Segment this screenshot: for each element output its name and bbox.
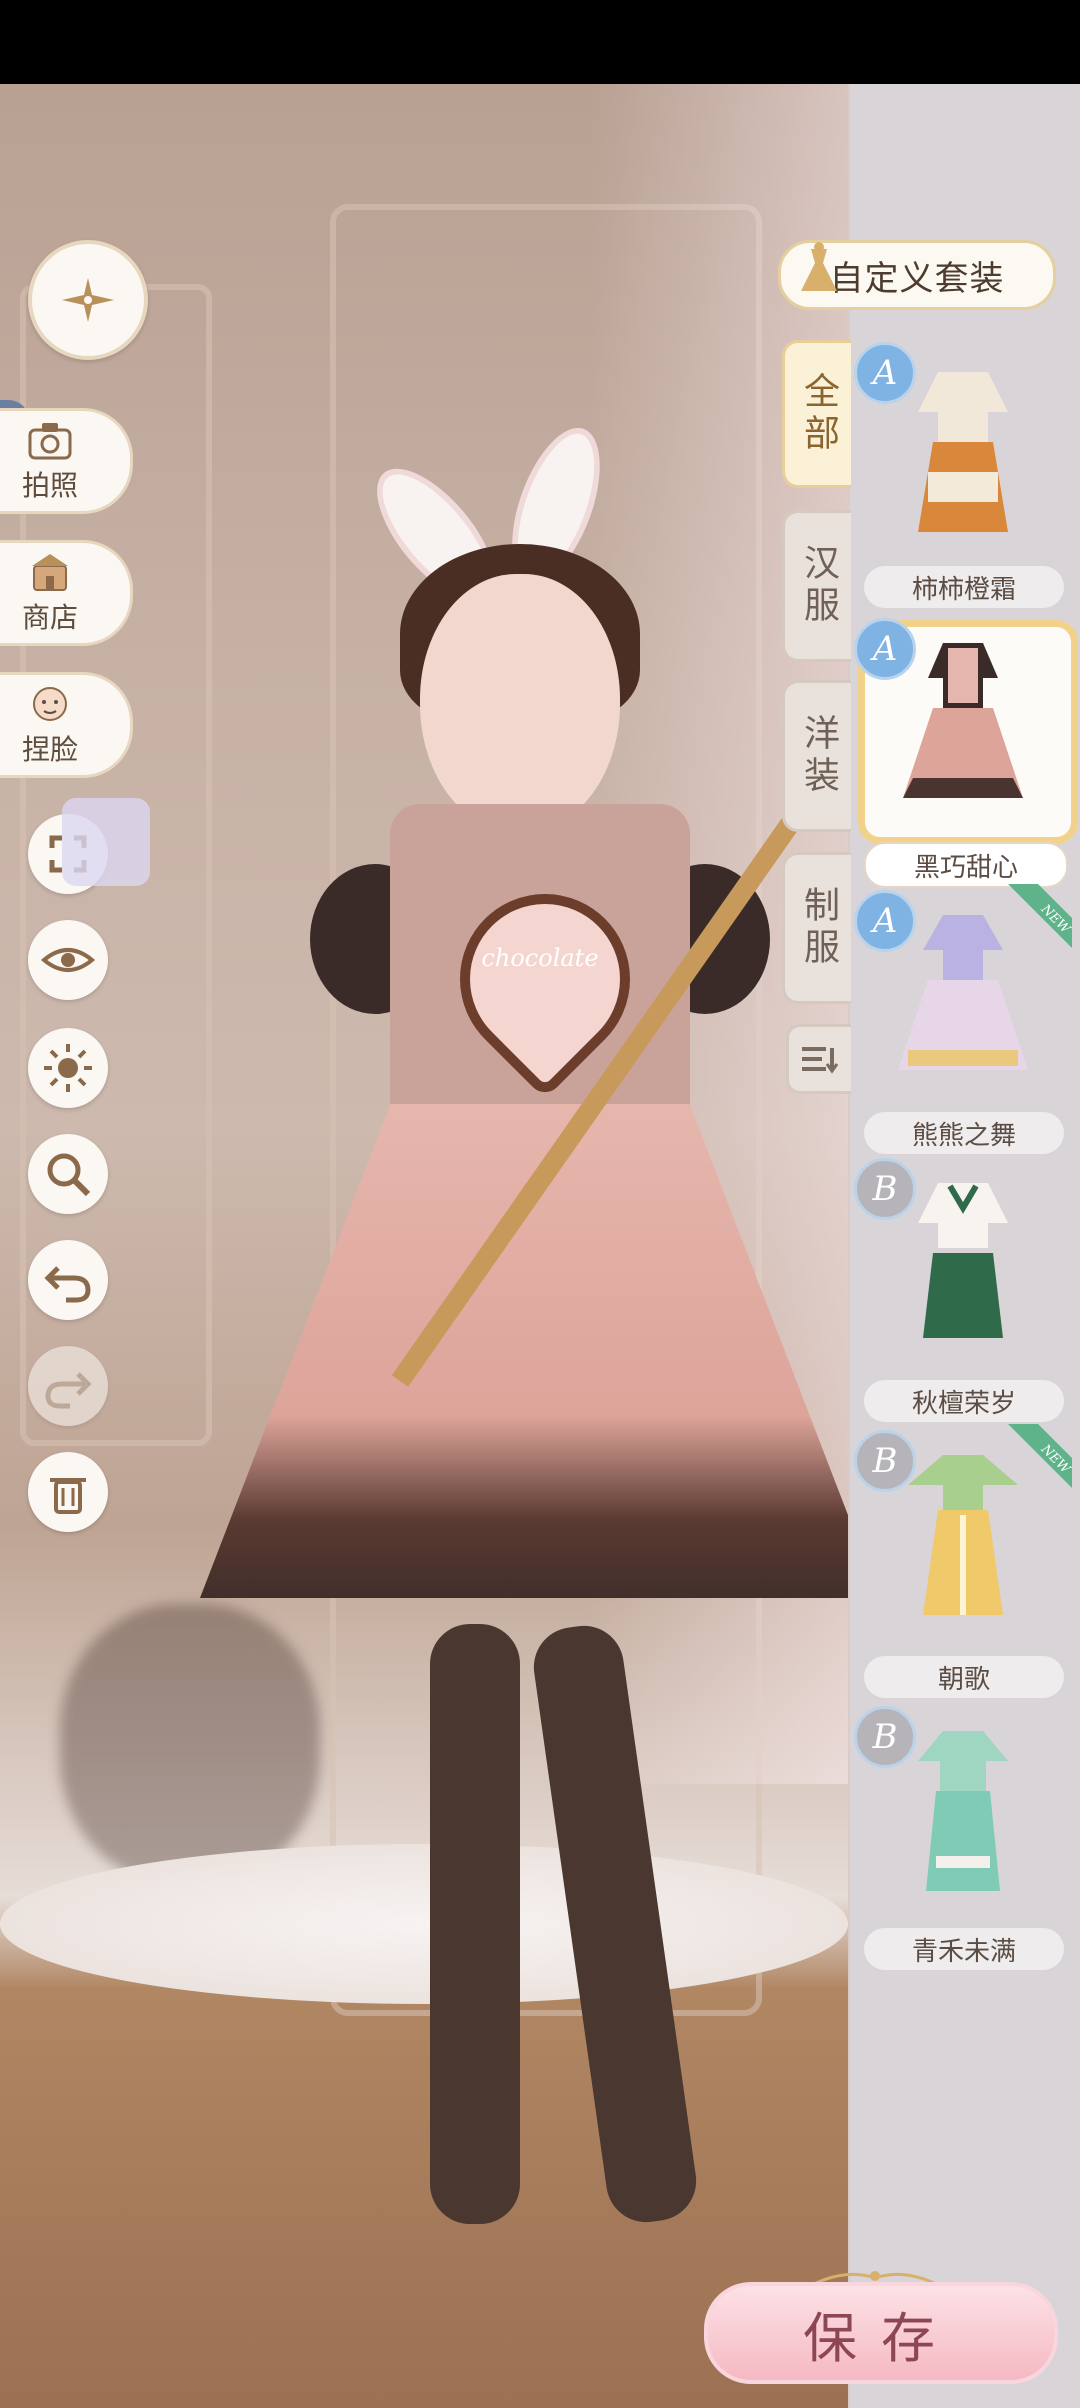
undo-button[interactable] (28, 1240, 108, 1320)
outfit-name: 秋檀荣岁 (864, 1380, 1064, 1422)
status-bar (0, 0, 1080, 84)
list-sort-button[interactable] (786, 1024, 851, 1094)
view-toggle-button[interactable] (28, 920, 108, 1000)
new-tag-icon: NEW (1008, 1424, 1072, 1488)
grade-badge: A (854, 890, 916, 952)
back-home-button[interactable] (28, 240, 148, 360)
outfit-name: 柿柿橙霜 (864, 566, 1064, 608)
redo-icon (45, 1372, 92, 1409)
camera-icon (28, 423, 72, 460)
tab-uniform[interactable]: 制服 (782, 852, 851, 1004)
grade-badge: B (854, 1430, 916, 1492)
shop-icon (32, 554, 68, 591)
outfit-card[interactable]: A 柿柿橙霜 (854, 342, 1066, 608)
dress-skirt (200, 1104, 848, 1598)
custom-outfit-label: 自定义套装 (829, 258, 1005, 299)
shop-label: 商店 (21, 601, 78, 634)
sort-list-icon (802, 1047, 839, 1074)
apron-text: chocolate (481, 944, 599, 972)
outfit-card[interactable]: B 青禾未满 (854, 1706, 1066, 1970)
custom-outfit-button[interactable]: 自定义套装 (778, 240, 1056, 310)
grade-badge: A (854, 618, 916, 680)
new-tag-icon: NEW (1008, 884, 1072, 948)
outfit-card[interactable]: B 秋檀荣岁 (854, 1158, 1066, 1422)
face-icon (33, 687, 67, 721)
character-face (420, 574, 620, 834)
tab-hanfu[interactable]: 汉服 (782, 510, 851, 662)
outfit-name: 熊熊之舞 (864, 1112, 1064, 1154)
eye-icon (40, 948, 96, 972)
compass-star-icon (62, 278, 114, 322)
photo-label: 拍照 (21, 469, 78, 502)
delete-button[interactable] (28, 1452, 108, 1532)
save-label: 保存 (803, 2306, 959, 2370)
photo-button[interactable]: 拍照 (0, 408, 133, 514)
outfit-name: 朝歌 (864, 1656, 1064, 1698)
magnifier-icon (47, 1153, 91, 1197)
grade-badge: A (854, 342, 916, 404)
outfit-card[interactable]: B NEW 朝歌 (854, 1424, 1072, 1698)
trash-icon (50, 1478, 86, 1514)
outfit-name: 黑巧甜心 (864, 842, 1068, 888)
shop-button[interactable]: 商店 (0, 540, 133, 646)
zoom-button[interactable] (28, 1134, 108, 1214)
character-legs (430, 1620, 702, 2228)
tab-western-dress[interactable]: 洋装 (782, 680, 851, 832)
lighting-button[interactable] (28, 1028, 108, 1108)
character-scene[interactable]: chocolate (0, 84, 848, 2408)
redo-button[interactable] (28, 1346, 108, 1426)
face-edit-button[interactable]: 捏脸 (0, 672, 133, 778)
sun-icon (44, 1044, 92, 1092)
character-model[interactable]: chocolate (160, 416, 848, 2324)
outfit-name: 青禾未满 (864, 1928, 1064, 1970)
face-label: 捏脸 (21, 733, 78, 766)
tab-all[interactable]: 全部 (782, 340, 851, 488)
undo-icon (44, 1266, 91, 1303)
outfit-card[interactable]: A NEW 熊熊之舞 (854, 884, 1072, 1154)
grade-badge: B (854, 1706, 916, 1768)
save-button[interactable]: 保存 (704, 2282, 1058, 2384)
grade-badge: B (854, 1158, 916, 1220)
pet-sticker-icon[interactable] (62, 798, 150, 886)
dress-icon (801, 242, 837, 291)
outfit-card-selected[interactable]: A 黑巧甜心 (854, 618, 1078, 888)
